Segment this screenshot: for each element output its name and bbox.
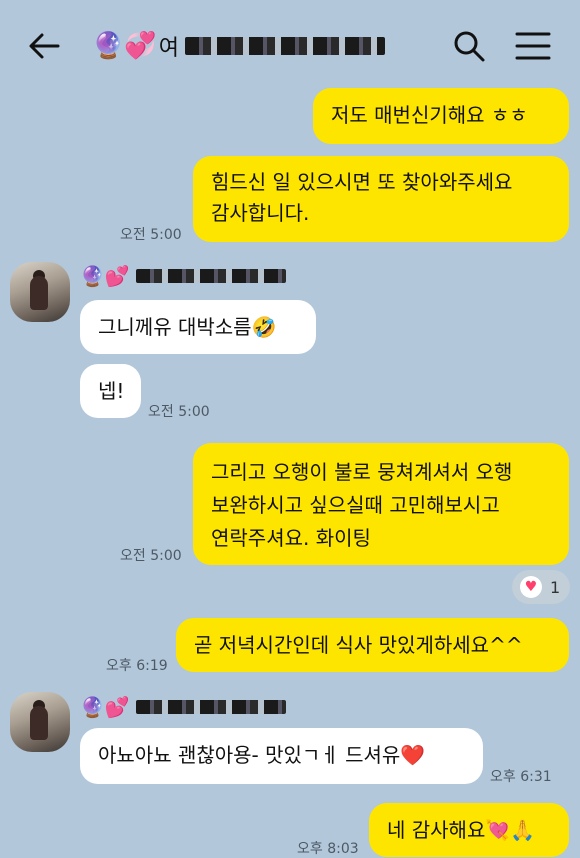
message-text: 넵! [98, 379, 125, 403]
reaction-count: 1 [550, 577, 561, 597]
chat-title: 🔮💞 여 [92, 26, 385, 66]
sender-name: 🔮💕 [80, 263, 286, 289]
message-text: 저도 매번신기해요 ㅎㅎ [331, 103, 528, 127]
message-time: 오후 8:03 [297, 841, 359, 857]
my-message-bubble[interactable]: 힘드신 일 있으시면 또 찾아와주세요 감사합니다. [193, 156, 569, 242]
my-message-bubble[interactable]: 저도 매번신기해요 ㅎㅎ [313, 88, 569, 144]
message-time: 오후 6:31 [490, 769, 552, 785]
menu-icon[interactable] [514, 30, 552, 62]
message-time: 오전 5:00 [120, 548, 182, 564]
heart-reaction[interactable]: ♥ 1 [512, 570, 570, 604]
my-message-bubble[interactable]: 네 감사해요💘🙏 [369, 803, 569, 857]
message-text-line: 보완하시고 싶으실때 고민해보시고 [211, 493, 500, 517]
sender-name: 🔮💕 [80, 694, 286, 720]
their-message-bubble[interactable]: 넵! [80, 364, 141, 418]
blurred-sender-name [135, 700, 286, 714]
sender-emoji: 🔮💕 [80, 264, 130, 288]
their-message-bubble[interactable]: 아뇨아뇨 괜찮아용- 맛있ㄱㅔ 드셔유❤️ [80, 728, 483, 784]
search-icon[interactable] [452, 28, 486, 64]
sender-avatar[interactable] [10, 262, 70, 322]
message-text: 그니께유 대박소름🤣 [98, 315, 277, 339]
message-text-line: 연락주셔요. 화이팅 [211, 526, 371, 550]
heart-icon: ♥ [520, 576, 542, 598]
message-text-line: 그리고 오행이 불로 뭉쳐계셔서 오행 [211, 460, 513, 484]
message-time: 오전 5:00 [148, 404, 210, 420]
message-text-line: 힘드신 일 있으시면 또 찾아와주세요 [211, 170, 513, 194]
message-text: 아뇨아뇨 괜찮아용- 맛있ㄱㅔ 드셔유❤️ [98, 743, 426, 767]
their-message-bubble[interactable]: 그니께유 대박소름🤣 [80, 300, 316, 354]
my-message-bubble[interactable]: 곧 저녁시간인데 식사 맛있게하세요^^ [176, 618, 569, 672]
my-message-bubble[interactable]: 그리고 오행이 불로 뭉쳐계셔서 오행 보완하시고 싶으실때 고민해보시고 연락… [193, 443, 569, 565]
sender-avatar[interactable] [10, 692, 70, 752]
back-arrow-icon[interactable] [26, 28, 62, 64]
message-text: 곧 저녁시간인데 식사 맛있게하세요^^ [194, 633, 523, 657]
message-time: 오전 5:00 [120, 227, 182, 243]
sender-emoji: 🔮💕 [80, 695, 130, 719]
title-prefix: 여 [158, 36, 179, 61]
chat-header: 🔮💞 여 [0, 0, 580, 90]
title-emoji: 🔮💞 [92, 31, 157, 61]
message-time: 오후 6:19 [106, 658, 168, 674]
message-text: 네 감사해요💘🙏 [387, 818, 536, 842]
blurred-sender-name [135, 269, 286, 283]
blurred-contact-name [185, 37, 385, 55]
message-text-line: 감사합니다. [211, 201, 310, 225]
